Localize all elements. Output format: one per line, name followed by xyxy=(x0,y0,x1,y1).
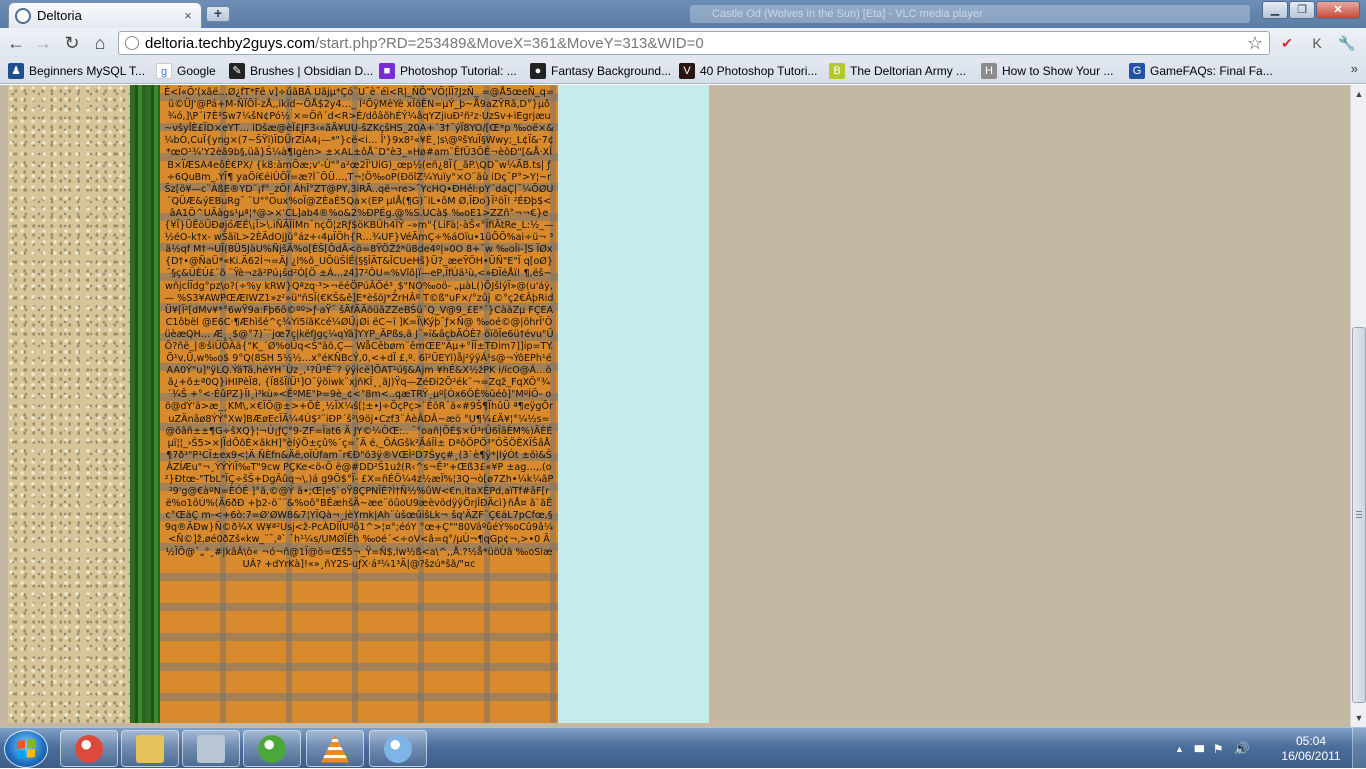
tab-close-icon[interactable]: × xyxy=(181,8,195,23)
taskbar-app-button[interactable] xyxy=(182,730,240,767)
browser-toolbar: ← → ↻ ⌂ deltoria.techby2guys.com/start.p… xyxy=(0,28,1366,58)
paint-icon xyxy=(384,734,412,763)
bookmark-label: Brushes | Obsidian D... xyxy=(250,64,374,78)
chrome-icon xyxy=(75,734,103,763)
show-desktop-button[interactable] xyxy=(1352,728,1366,769)
bookmark-item[interactable]: V 40 Photoshop Tutori... xyxy=(679,62,817,80)
bookmark-label: Fantasy Background... xyxy=(551,64,672,78)
address-bar[interactable]: deltoria.techby2guys.com/start.php?RD=25… xyxy=(118,31,1270,55)
show-hidden-icons-button[interactable]: ▲ xyxy=(1175,744,1184,754)
garbled-image-text: Ê<Ï«Õ'(xãë…Ø¿fT*Fë v]÷úãBÄ Uãjµ*Çó¨U¯è¯é… xyxy=(164,87,554,570)
scroll-up-icon[interactable]: ▲ xyxy=(1352,86,1366,102)
action-center-flag-icon[interactable]: ⚑ xyxy=(1213,742,1224,756)
new-tab-button[interactable]: + xyxy=(206,6,230,22)
scrollbar-thumb[interactable] xyxy=(1352,327,1366,703)
bookmark-label: The Deltorian Army ... xyxy=(850,64,967,78)
bookmark-item[interactable]: B The Deltorian Army ... xyxy=(829,62,966,80)
community-icon: ♟ xyxy=(8,63,24,79)
minimize-button[interactable]: ▁ xyxy=(1262,1,1288,19)
explorer-folder-icon xyxy=(136,734,164,763)
url-path: /start.php?RD=253489&MoveX=361&MoveY=313… xyxy=(315,34,704,52)
bookmark-label: Photoshop Tutorial: ... xyxy=(400,64,517,78)
background-window-title: Castle Od (Wolves in the Sun) [Eta] - VL… xyxy=(690,5,1250,23)
tab-deltoria[interactable]: Deltoria × xyxy=(8,2,202,28)
utorrent-icon xyxy=(258,734,286,763)
reload-button[interactable]: ↻ xyxy=(61,32,83,54)
maze-floor-tile[interactable]: Ê<Ï«Õ'(xãë…Ø¿fT*Fë v]÷úãBÄ Uãjµ*Çó¨U¯è¯é… xyxy=(160,85,558,723)
wrench-icon[interactable]: 🔧 xyxy=(1338,34,1356,52)
bookmark-star-icon[interactable]: ☆ xyxy=(1247,33,1263,54)
home-button[interactable]: ⌂ xyxy=(89,32,111,54)
taskbar-app-button[interactable] xyxy=(243,730,301,767)
back-button[interactable]: ← xyxy=(5,32,27,54)
brush-icon: ✎ xyxy=(229,63,245,79)
url-host: deltoria.techby2guys.com xyxy=(145,34,316,52)
gamefaqs-icon: G xyxy=(1129,63,1145,79)
maximize-button[interactable]: ❐ xyxy=(1289,1,1315,19)
game-viewport[interactable]: Ê<Ï«Õ'(xãë…Ø¿fT*Fë v]÷úãBÄ Uãjµ*Çó¨U¯è¯é… xyxy=(0,85,1350,727)
clock-time: 05:04 xyxy=(1295,734,1327,748)
taskbar-app-button[interactable] xyxy=(369,730,427,767)
taskbar-app-button[interactable] xyxy=(121,730,179,767)
taskbar-app-button[interactable] xyxy=(60,730,118,767)
bookmark-item[interactable]: ■ Photoshop Tutorial: ... xyxy=(379,62,517,80)
water-tile[interactable] xyxy=(558,85,709,723)
windows-logo-icon xyxy=(17,739,35,759)
photoshop-icon: ■ xyxy=(379,63,395,79)
windows-taskbar: ▲ ▮▮▮ ⚑ 🔊 05:04 16/06/2011 xyxy=(0,727,1366,769)
v-icon: V xyxy=(679,63,695,79)
calculator-icon xyxy=(197,734,225,763)
bookmark-label: Google xyxy=(177,64,216,78)
clock-date: 16/06/2011 xyxy=(1281,749,1341,763)
hedge-wall-tile xyxy=(130,85,160,723)
system-clock[interactable]: 05:04 16/06/2011 xyxy=(1280,734,1342,764)
globe-icon: ● xyxy=(530,63,546,79)
scrollbar-grip xyxy=(1356,510,1362,518)
scroll-down-icon[interactable]: ▼ xyxy=(1352,710,1366,726)
web-icon: H xyxy=(981,63,997,79)
bookmark-item[interactable]: ♟ Beginners MySQL T... xyxy=(8,62,145,80)
google-icon: g xyxy=(156,63,172,79)
extension-icon[interactable]: K xyxy=(1308,34,1326,52)
bookmark-label: Beginners MySQL T... xyxy=(29,64,146,78)
bb-icon: B xyxy=(829,63,845,79)
taskbar-app-button[interactable] xyxy=(306,730,364,767)
bookmarks-bar: » ♟ Beginners MySQL T... g Google ✎ Brushes |… xyxy=(0,58,1366,84)
bookmark-item[interactable]: ✎ Brushes | Obsidian D... xyxy=(229,62,373,80)
empty-map-area xyxy=(709,85,1350,727)
bookmark-item[interactable]: H How to Show Your ... xyxy=(981,62,1113,80)
tab-title: Deltoria xyxy=(37,8,82,23)
bookmark-label: How to Show Your ... xyxy=(1002,64,1114,78)
extension-icon[interactable]: ✔ xyxy=(1278,34,1296,52)
vertical-scrollbar[interactable]: ▲ ▼ xyxy=(1350,85,1366,727)
bookmarks-overflow-button[interactable]: » xyxy=(1351,61,1358,76)
bookmark-item[interactable]: ● Fantasy Background... xyxy=(530,62,671,80)
page-icon xyxy=(125,36,139,50)
forward-button[interactable]: → xyxy=(32,32,54,54)
bookmark-item[interactable]: G GameFAQs: Final Fa... xyxy=(1129,62,1273,80)
start-button[interactable] xyxy=(4,730,48,768)
page-favicon-icon xyxy=(15,7,31,24)
system-tray: ▲ ▮▮▮ ⚑ 🔊 xyxy=(1175,728,1250,769)
close-window-button[interactable]: ✕ xyxy=(1316,1,1360,19)
bookmark-label: 40 Photoshop Tutori... xyxy=(700,64,818,78)
pebble-path-tile[interactable] xyxy=(8,85,130,723)
bookmark-label: GameFAQs: Final Fa... xyxy=(1150,64,1273,78)
volume-icon[interactable]: 🔊 xyxy=(1234,741,1250,757)
bookmark-item[interactable]: g Google xyxy=(156,62,216,80)
browser-titlebar: Deltoria × + Castle Od (Wolves in the Su… xyxy=(0,0,1366,28)
network-signal-icon[interactable]: ▮▮▮ xyxy=(1194,743,1205,754)
vlc-icon xyxy=(321,734,349,763)
